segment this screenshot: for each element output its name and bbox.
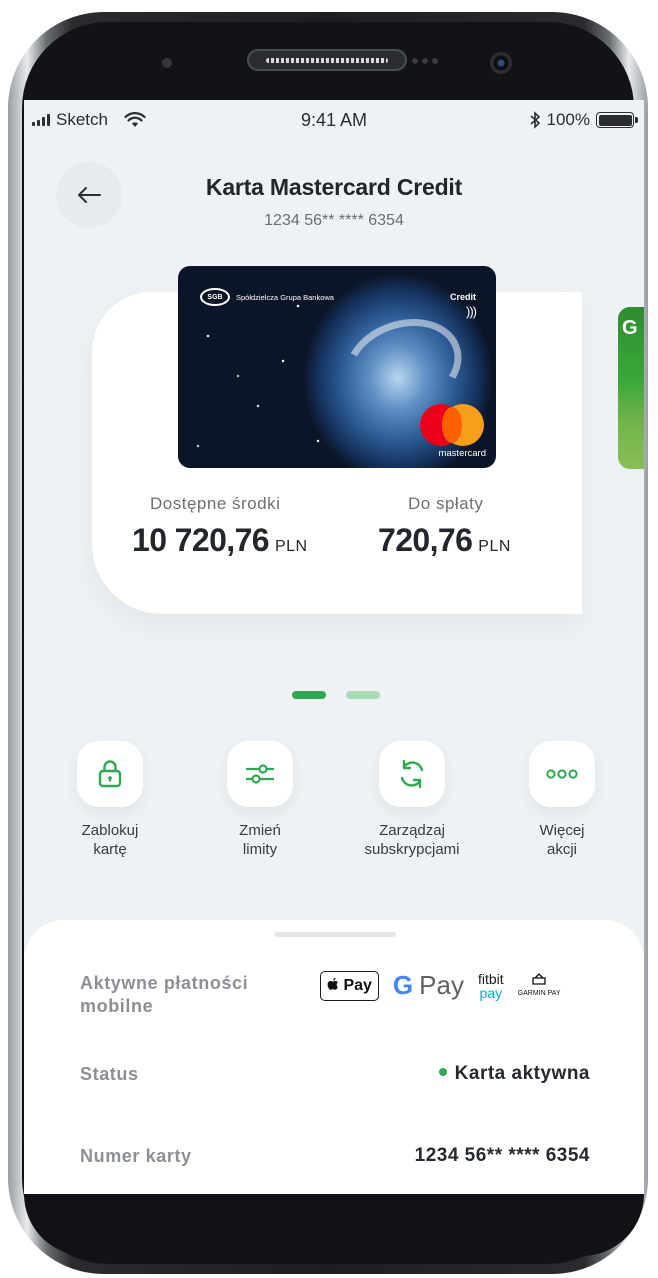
apple-pay-text: Pay xyxy=(343,976,372,994)
available-label: Dostępne środki xyxy=(150,494,281,513)
due-amount: 720,76 xyxy=(378,522,473,558)
google-pay-logo: G Pay xyxy=(393,970,464,1001)
block-card-action[interactable]: Zablokuj kartę xyxy=(40,741,180,859)
due-currency: PLN xyxy=(478,538,511,555)
change-limits-action[interactable]: Zmień limity xyxy=(190,741,330,859)
available-amount: 10 720,76 xyxy=(132,522,270,558)
garmin-wallet-icon xyxy=(532,972,546,985)
screen: Sketch 9:41 AM 100% Karta Mastercard Cre… xyxy=(24,100,644,1194)
card-number-label: Numer karty xyxy=(80,1146,192,1166)
bank-name: Spółdzielcza Grupa Bankowa xyxy=(236,292,334,302)
available-currency: PLN xyxy=(274,538,308,555)
block-card-button[interactable] xyxy=(77,741,143,807)
phone-bottom-bezel xyxy=(24,1194,644,1256)
due-balance: 720,76 PLN xyxy=(378,522,511,559)
card-brand: mastercard xyxy=(438,448,486,459)
google-g-letter: G xyxy=(392,970,414,1000)
more-actions-action[interactable]: Więcej akcji xyxy=(492,741,632,859)
apple-pay-logo: Pay xyxy=(320,970,379,1001)
sheet-handle[interactable] xyxy=(274,932,396,937)
change-limits-button[interactable] xyxy=(227,741,293,807)
card-type: Credit xyxy=(449,292,476,302)
manage-subscriptions-label: Zarządzaj subskrypcjami xyxy=(364,822,460,858)
apple-icon xyxy=(327,977,338,990)
mobile-payments-logos: Pay G Pay fitbit pay GARMIN PAY xyxy=(320,970,561,1001)
mobile-payments-label: Aktywne płatności mobilne xyxy=(80,973,249,1016)
status-value: Karta aktywna xyxy=(438,1063,590,1085)
due-label: Do spłaty xyxy=(408,494,484,513)
status-right: 100% xyxy=(529,110,638,130)
next-card-logo: G xyxy=(622,317,638,339)
pager-dot-active[interactable] xyxy=(292,691,326,699)
sensor-dot xyxy=(162,58,172,68)
next-card-preview[interactable]: G xyxy=(618,307,644,469)
page-title: Karta Mastercard Credit xyxy=(205,174,463,200)
garmin-pay-text: GARMIN PAY xyxy=(517,989,561,997)
card-pager xyxy=(292,691,380,699)
more-actions-button[interactable] xyxy=(529,741,595,807)
fitbit-pay-logo: fitbit pay xyxy=(478,972,504,1000)
lock-icon xyxy=(98,760,122,788)
available-balance: 10 720,76 PLN xyxy=(132,522,308,559)
front-camera xyxy=(490,52,512,74)
contactless-icon: ))) xyxy=(466,304,477,319)
garmin-pay-logo: GARMIN PAY xyxy=(517,972,561,999)
speaker-dots xyxy=(412,58,442,64)
status-dot-icon xyxy=(438,1067,447,1076)
mastercard-logo xyxy=(420,404,484,446)
card-details-sheet: Aktywne płatności mobilne Pay G Pay fitb… xyxy=(24,920,644,1194)
fitbit-pay-text: pay xyxy=(479,984,503,1001)
google-pay-text: Pay xyxy=(419,970,464,1000)
more-actions-label: Więcej akcji xyxy=(539,822,585,858)
block-card-label: Zablokuj kartę xyxy=(81,822,139,858)
status-bar: Sketch 9:41 AM 100% xyxy=(24,100,644,140)
manage-subscriptions-action[interactable]: Zarządzaj subskrypcjami xyxy=(342,741,482,859)
manage-subscriptions-button[interactable] xyxy=(379,741,445,807)
status-text: Karta aktywna xyxy=(454,1063,590,1084)
card-number-value: 1234 56** **** 6354 xyxy=(414,1145,590,1166)
refresh-icon xyxy=(400,759,424,789)
change-limits-label: Zmień limity xyxy=(239,822,281,858)
fitbit-text: fitbit xyxy=(477,970,504,987)
pager-dot-inactive[interactable] xyxy=(346,691,380,699)
battery-percent: 100% xyxy=(546,110,590,129)
sgb-logo: SGB xyxy=(200,288,230,306)
bank-logo: SGB Spółdzielcza Grupa Bankowa xyxy=(200,288,334,306)
battery-icon xyxy=(596,112,638,128)
card-image[interactable]: SGB Spółdzielcza Grupa Bankowa Credit ))… xyxy=(178,266,496,468)
speaker-grill xyxy=(266,58,388,63)
card-number-subtitle: 1234 56** **** 6354 xyxy=(264,212,404,229)
status-label: Status xyxy=(80,1064,139,1084)
sliders-icon xyxy=(246,764,274,784)
bluetooth-icon xyxy=(529,111,540,129)
more-icon xyxy=(546,769,578,779)
